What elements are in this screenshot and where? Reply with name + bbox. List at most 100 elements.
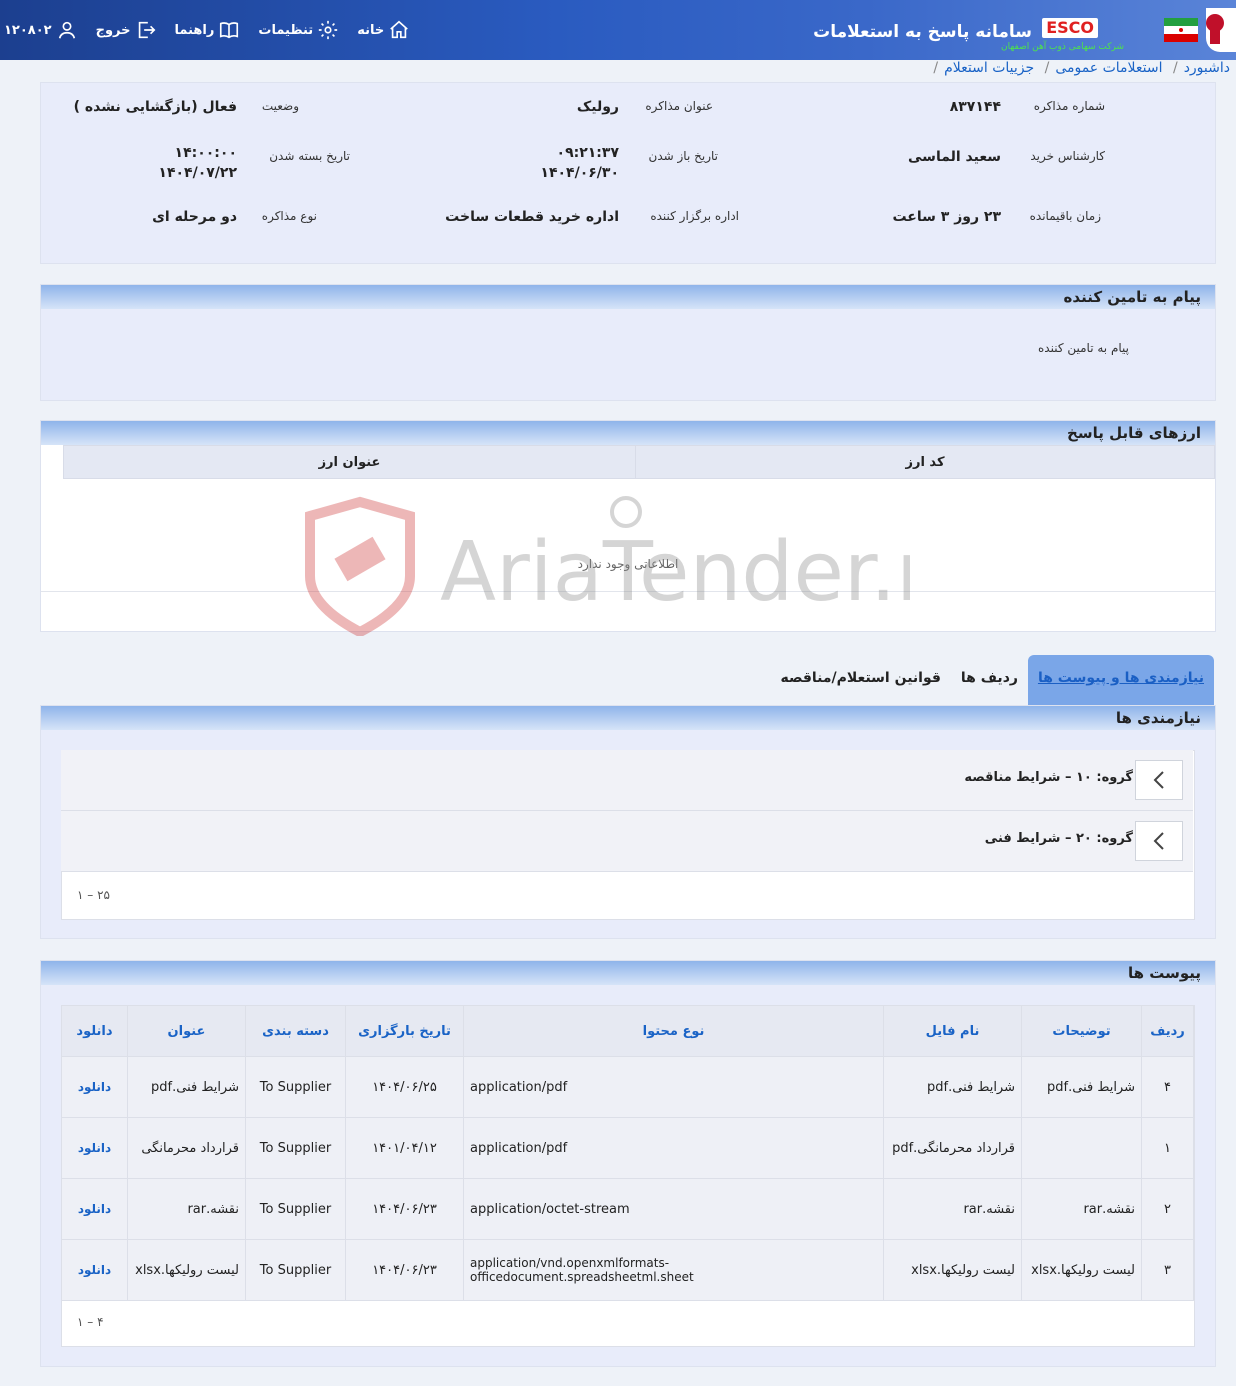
currencies-table: کد ارز عنوان ارز [63,445,1215,479]
brand-badge: ESCO [1042,18,1098,38]
home-label: خانه [357,22,385,38]
iran-flag-icon [1164,18,1198,42]
chevron-left-icon [1153,771,1164,789]
open-time-value: ۰۹:۲۱:۳۷ [556,145,619,161]
download-link[interactable]: دانلود [78,1080,111,1094]
currencies-footer [41,591,1215,592]
app-title: سامانه پاسخ به استعلامات [813,22,1032,42]
requirements-title: نیازمندی ها [41,706,1215,730]
cell-upload-date: ۱۴۰۱/۰۴/۱۲ [345,1117,464,1179]
attachments-title: پیوست ها [41,961,1215,985]
cell-content-type: application/pdf [463,1056,884,1118]
settings-button[interactable]: تنظیمات [258,19,339,41]
cell-upload-date: ۱۴۰۴/۰۶/۲۳ [345,1178,464,1240]
requirements-pager: ۱ – ۲۵ [77,888,110,902]
negotiation-no-label: شماره مذاکره [1033,99,1105,113]
company-name: شرکت سهامی ذوب آهن اصفهان [1001,42,1124,52]
expert-label: کارشناس خرید [1030,149,1105,163]
top-nav: ۱۲۰۸۰۲ خروج راهنما تنظیمات خانه [0,0,410,60]
currencies-title: ارزهای قابل پاسخ [41,421,1215,445]
open-date-value: ۱۴۰۴/۰۶/۳۰ [540,165,619,181]
empty-state: اطلاعاتی وجود ندارد [577,557,679,571]
currency-code-header[interactable]: کد ارز [635,445,1215,479]
top-bar: ESCO شرکت سهامی ذوب آهن اصفهان سامانه پا… [0,0,1236,60]
attachments-panel: پیوست ها ردیف توضیحات نام فایل نوع محتوا… [40,960,1216,1367]
cell-upload-date: ۱۴۰۴/۰۶/۲۵ [345,1056,464,1118]
cell-content-type: application/vnd.openxmlformats-officedoc… [463,1239,884,1301]
inquiry-info-panel: شماره مذاکره ۸۳۷۱۴۴ عنوان مذاکره رولیک و… [40,82,1216,264]
col-download[interactable]: دانلود [61,1005,128,1057]
gear-icon [319,20,338,40]
tab-rows[interactable]: ردیف ها [951,655,1028,705]
organizer-label: اداره برگزار کننده [650,209,739,223]
cell-row: ۴ [1141,1056,1194,1118]
cell-description: لیست رولیکها.xlsx [1021,1239,1142,1301]
logout-button[interactable]: خروج [96,19,157,41]
breadcrumb-public-inquiries[interactable]: استعلامات عمومی [1055,60,1162,76]
supplier-message-title: پیام به تامین کننده [41,285,1215,309]
open-date-label: تاریخ باز شدن [648,149,718,163]
title-label: عنوان مذاکره [645,99,713,113]
cell-title: لیست رولیکها.xlsx [127,1239,246,1301]
status-value: فعال (بازگشایی نشده ) [73,99,237,115]
requirement-group[interactable]: گروه: ۱۰ – شرایط مناقصه [61,750,1193,811]
currencies-panel: ارزهای قابل پاسخ کد ارز عنوان ارز اطلاعا… [40,420,1216,632]
cell-title: قرارداد محرمانگی [127,1117,246,1179]
supplier-message-label: پیام به تامین کننده [1038,341,1129,355]
tab-requirements-attachments[interactable]: نیازمندی ها و پیوست ها [1027,655,1214,705]
title-value: رولیک [576,99,619,115]
supplier-message-panel: پیام به تامین کننده پیام به تامین کننده [40,284,1216,401]
cell-content-type: application/pdf [463,1117,884,1179]
guide-button[interactable]: راهنما [175,19,241,41]
user-menu[interactable]: ۱۲۰۸۰۲ [4,19,78,41]
attachments-pager: ۱ – ۴ [77,1315,104,1329]
expand-button[interactable] [1135,760,1183,800]
cell-title: نقشه.rar [127,1178,246,1240]
cell-category: To Supplier [245,1239,346,1301]
cell-description [1021,1117,1142,1179]
requirement-group-label: گروه: ۱۰ – شرایط مناقصه [964,770,1133,785]
table-row: ۳ لیست رولیکها.xlsx لیست رولیکها.xlsx ap… [61,1239,1194,1301]
download-link[interactable]: دانلود [78,1263,111,1277]
cell-row: ۱ [1141,1117,1194,1179]
remaining-value: ۲۳ روز ۳ ساعت [892,209,1001,225]
close-time-value: ۱۴:۰۰:۰۰ [174,145,237,161]
close-date-label: تاریخ بسته شدن [269,149,350,163]
organizer-value: اداره خرید قطعات ساخت [445,209,619,225]
tab-rules[interactable]: قوانین استعلام/مناقصه [770,655,950,705]
col-content-type[interactable]: نوع محتوا [463,1005,884,1057]
cell-filename: قرارداد محرمانگی.pdf [883,1117,1022,1179]
download-link[interactable]: دانلود [78,1202,111,1216]
cell-filename: نقشه.rar [883,1178,1022,1240]
cell-content-type: application/octet-stream [463,1178,884,1240]
logout-icon [138,21,155,39]
col-filename[interactable]: نام فایل [883,1005,1022,1057]
expand-button[interactable] [1135,821,1183,861]
home-button[interactable]: خانه [357,19,410,41]
col-category[interactable]: دسته بندی [245,1005,346,1057]
guide-label: راهنما [174,22,215,38]
status-label: وضعیت [261,99,299,113]
download-link[interactable]: دانلود [78,1141,111,1155]
expert-value: سعید الماسی [908,149,1001,165]
chevron-left-icon [1153,832,1164,850]
col-description[interactable]: توضیحات [1021,1005,1142,1057]
remaining-label: زمان باقیمانده [1029,209,1101,223]
requirement-group[interactable]: گروه: ۲۰ – شرایط فنی [61,811,1193,872]
breadcrumb-dashboard[interactable]: داشبورد [1184,60,1230,76]
cell-filename: لیست رولیکها.xlsx [883,1239,1022,1301]
currency-title-header[interactable]: عنوان ارز [63,445,636,479]
attachments-table: ردیف توضیحات نام فایل نوع محتوا تاریخ با… [61,1005,1194,1301]
requirements-panel: نیازمندی ها گروه: ۱۰ – شرایط مناقصه گروه… [40,705,1216,939]
col-upload-date[interactable]: تاریخ بارگزاری [345,1005,464,1057]
book-icon [220,22,239,39]
esco-logo-icon [1206,14,1224,44]
cell-description: نقشه.rar [1021,1178,1142,1240]
settings-label: تنظیمات [258,22,314,38]
col-title[interactable]: عنوان [127,1005,246,1057]
type-label: نوع مذاکره [261,209,317,223]
user-id: ۱۲۰۸۰۲ [4,22,52,38]
col-row[interactable]: ردیف [1141,1005,1194,1057]
table-row: ۱ قرارداد محرمانگی.pdf application/pdf ۱… [61,1117,1194,1179]
breadcrumb-inquiry-details[interactable]: جزییات استعلام [944,60,1034,76]
